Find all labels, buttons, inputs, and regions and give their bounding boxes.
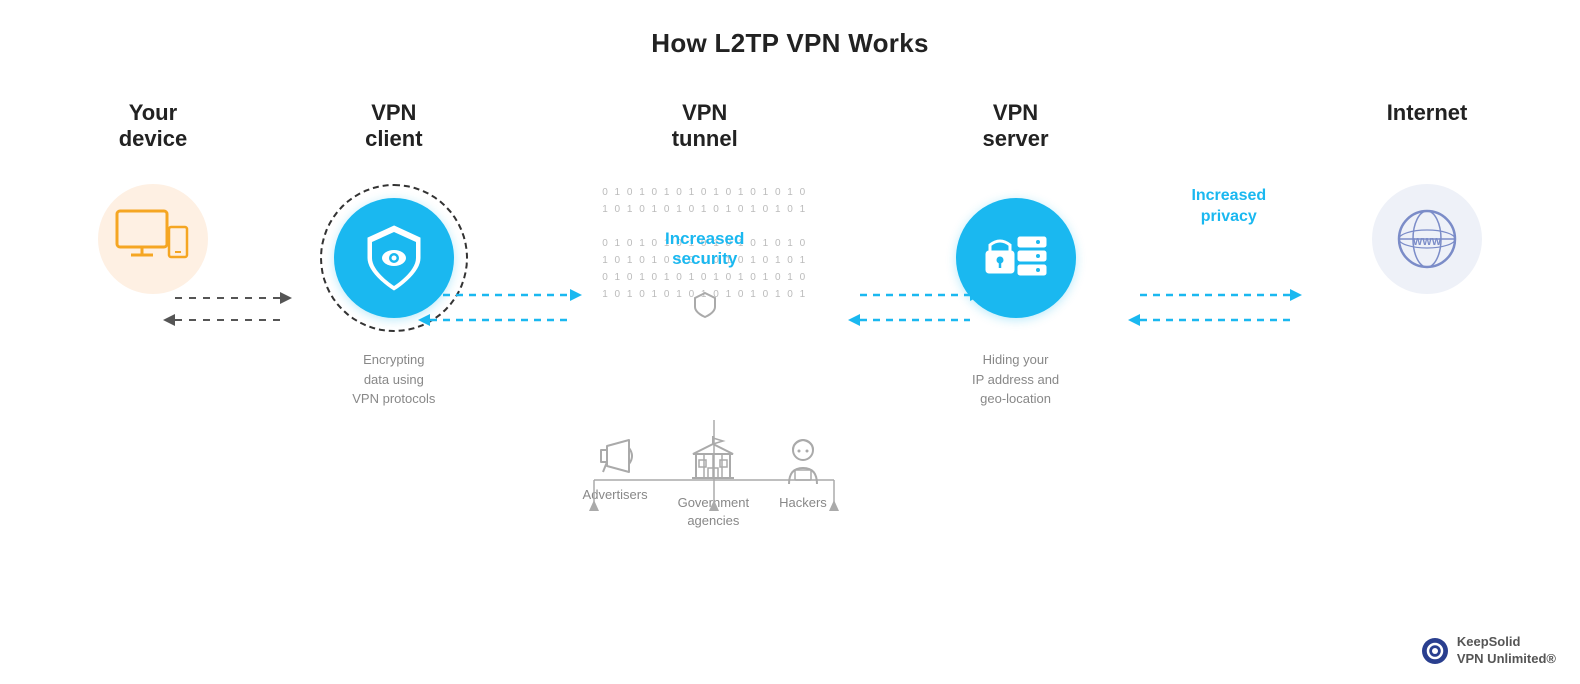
- advertisers-item: Advertisers: [583, 434, 648, 504]
- advertisers-icon: [593, 434, 637, 478]
- vpn-server-wrapper: [942, 184, 1090, 332]
- device-svg: [115, 209, 190, 269]
- keepsolid-logo-icon: [1421, 637, 1449, 665]
- your-device-column: Your device: [88, 100, 218, 294]
- svg-text:WWW: WWW: [1413, 237, 1442, 248]
- tunnel-shield-icon: [693, 291, 717, 324]
- watermark-text: KeepSolid VPN Unlimited®: [1457, 634, 1556, 668]
- product-name: VPN Unlimited®: [1457, 651, 1556, 666]
- tunnel-visual: 0 1 0 1 0 1 0 1 0 1 0 1 0 1 0 1 0 1 0 1 …: [570, 184, 840, 314]
- threats-container: Advertisers: [583, 434, 827, 530]
- privacy-section: Increased privacy: [1191, 186, 1266, 228]
- vpn-server-circle: [956, 198, 1076, 318]
- brand-name: KeepSolid: [1457, 634, 1521, 649]
- diagram-container: How L2TP VPN Works: [0, 0, 1580, 684]
- vpn-server-column: VPN server: [936, 100, 1096, 409]
- vpn-server-sub: Hiding your IP address and geo-location: [972, 350, 1059, 409]
- government-agencies-label: Governmentagencies: [678, 494, 750, 530]
- increased-security-text: Increased security: [637, 229, 772, 269]
- privacy-text: Increased privacy: [1191, 186, 1266, 228]
- device-icon: [98, 184, 208, 294]
- vpn-server-label: VPN server: [983, 100, 1049, 154]
- vpn-tunnel-label: VPN tunnel: [672, 100, 738, 154]
- vpn-client-wrapper: [320, 184, 468, 332]
- your-device-label: Your device: [119, 100, 188, 154]
- advertisers-label: Advertisers: [583, 486, 648, 504]
- hackers-icon: [781, 434, 825, 486]
- shield-eye-icon: [362, 222, 426, 294]
- globe-icon: WWW: [1393, 205, 1461, 273]
- page-title: How L2TP VPN Works: [0, 0, 1580, 59]
- vpn-client-sub: Encrypting data using VPN protocols: [352, 350, 435, 409]
- vpn-client-column: VPN client Encrypting data using: [314, 100, 474, 409]
- government-icon: [688, 434, 738, 486]
- internet-column: Internet WWW: [1362, 100, 1492, 294]
- internet-label: Internet: [1387, 100, 1468, 154]
- hackers-label: Hackers: [779, 494, 827, 512]
- watermark: KeepSolid VPN Unlimited®: [1421, 634, 1556, 668]
- internet-icon: WWW: [1372, 184, 1482, 294]
- government-agencies-item: Governmentagencies: [678, 434, 750, 530]
- hackers-item: Hackers: [779, 434, 827, 512]
- vpn-client-circle: [334, 198, 454, 318]
- server-lock-icon: [982, 227, 1050, 289]
- vpn-tunnel-column: VPN tunnel 0 1 0 1 0 1 0 1 0 1 0 1 0 1 0…: [570, 100, 840, 530]
- vpn-client-label: VPN client: [365, 100, 422, 154]
